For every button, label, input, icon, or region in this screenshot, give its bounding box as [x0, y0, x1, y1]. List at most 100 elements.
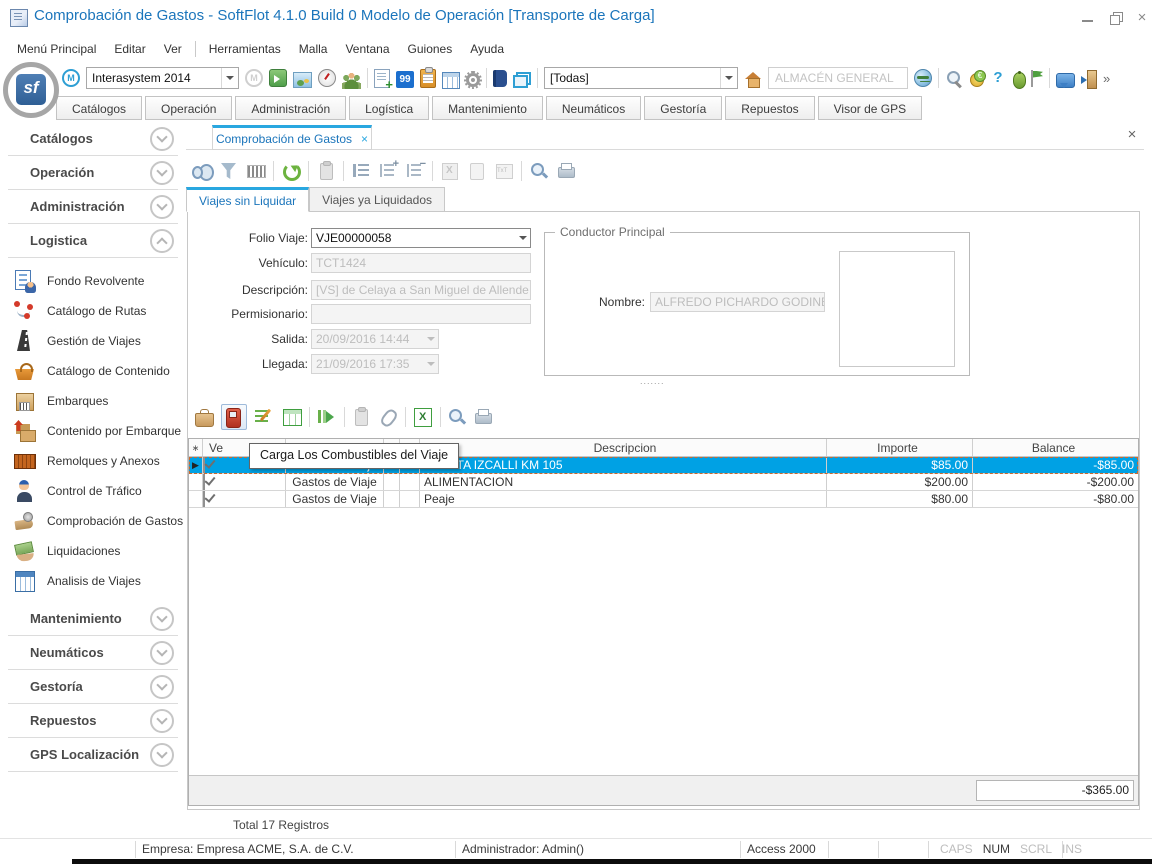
data-grid-icon[interactable] — [442, 72, 460, 89]
people-icon[interactable] — [342, 72, 361, 89]
row-checkbox[interactable] — [203, 474, 205, 490]
cell-importe[interactable]: $80.00 — [827, 491, 973, 507]
grid-header-balance[interactable]: Balance — [973, 439, 1138, 456]
table-icon[interactable] — [281, 406, 303, 428]
binoculars-icon[interactable] — [192, 161, 212, 181]
category-tab[interactable]: Neumáticos — [546, 96, 641, 120]
sidebar-item[interactable]: Liquidaciones — [0, 536, 186, 566]
category-tab[interactable]: Operación — [145, 96, 232, 120]
subtab[interactable]: Viajes ya Liquidados — [309, 187, 445, 212]
splitter-dots[interactable]: ....... — [640, 376, 665, 386]
row-checkbox[interactable] — [203, 491, 205, 507]
cell-importe[interactable]: $85.00 — [827, 457, 973, 473]
category-tab[interactable]: Mantenimiento — [432, 96, 543, 120]
grid-row[interactable]: ▶ Gastos de Viaje Peaje $80.00 -$80.00 — [189, 491, 1138, 508]
chevron-down-icon[interactable] — [720, 68, 737, 88]
chevron-circle-icon[interactable] — [150, 229, 174, 253]
menu-item[interactable]: Editar — [105, 39, 154, 59]
cell-tipo[interactable]: Gastos de Viaje — [286, 491, 384, 507]
close-button[interactable]: × — [1132, 8, 1152, 28]
warehouse-field[interactable]: ALMACÉN GENERAL — [768, 67, 908, 89]
chevron-circle-icon[interactable] — [150, 161, 174, 185]
menu-item[interactable]: Herramientas — [200, 39, 290, 59]
grid-header-indicator[interactable]: ∗ — [189, 439, 203, 456]
sidebar-item[interactable]: Remolques y Anexos — [0, 446, 186, 476]
cell-tipo[interactable]: Gastos de Viaje — [286, 474, 384, 490]
category-tab[interactable]: Visor de GPS — [818, 96, 922, 120]
chevron-circle-icon[interactable] — [150, 675, 174, 699]
sidebar-section[interactable]: Mantenimiento — [8, 602, 178, 636]
document-tab-close-icon[interactable]: × — [361, 132, 368, 146]
flag-icon[interactable] — [1029, 70, 1043, 87]
category-tab[interactable]: Repuestos — [725, 96, 814, 120]
bug-icon[interactable] — [1013, 72, 1026, 89]
m-badge-icon[interactable]: M — [62, 69, 80, 87]
sidebar-section[interactable]: Administración — [8, 190, 178, 224]
minimize-button[interactable] — [1078, 8, 1098, 28]
coins-icon[interactable] — [969, 70, 986, 87]
chevron-circle-icon[interactable] — [150, 709, 174, 733]
export-row-icon[interactable] — [316, 406, 338, 428]
checklist-icon[interactable] — [420, 69, 436, 88]
print-preview-icon[interactable] — [447, 407, 467, 427]
sidebar-item[interactable]: Control de Tráfico — [0, 476, 186, 506]
cell-descripcion[interactable]: CASETA IZCALLI KM 105 — [420, 457, 827, 473]
cell-descripcion[interactable]: ALIMENTACION — [420, 474, 827, 490]
category-tab[interactable]: Catálogos — [56, 96, 142, 120]
fuel-pump-button[interactable] — [221, 404, 247, 430]
paperclip-icon[interactable] — [377, 406, 399, 428]
photo-icon[interactable] — [293, 72, 312, 88]
notebook-icon[interactable] — [493, 70, 507, 87]
print-icon[interactable] — [556, 161, 576, 181]
gauge-icon[interactable] — [318, 69, 336, 87]
sidebar-section[interactable]: GPS Localización — [8, 738, 178, 772]
help-icon[interactable]: ? — [992, 69, 1004, 88]
edit-list-icon[interactable] — [253, 406, 275, 428]
import-icon[interactable] — [269, 69, 287, 87]
tree-add-icon[interactable]: + — [378, 161, 398, 181]
sidebar-item[interactable]: Analisis de Viajes — [0, 566, 186, 596]
overflow-icon[interactable]: » — [1103, 69, 1122, 88]
cell-importe[interactable]: $200.00 — [827, 474, 973, 490]
counter-99-icon[interactable]: 99 — [396, 71, 414, 88]
settings-gear-icon[interactable] — [466, 73, 480, 87]
wrench-search-icon[interactable] — [945, 69, 963, 87]
sidebar-item[interactable]: Embarques — [0, 386, 186, 416]
menu-item[interactable]: Menú Principal — [8, 39, 105, 59]
tree-view-icon[interactable] — [351, 161, 371, 181]
menu-item[interactable]: Ver — [155, 39, 191, 59]
row-checkbox[interactable] — [203, 457, 205, 473]
category-tab[interactable]: Gestoría — [644, 96, 722, 120]
chat-icon[interactable] — [1056, 73, 1075, 88]
sidebar-section[interactable]: Gestoría — [8, 670, 178, 704]
print-icon[interactable] — [473, 407, 493, 427]
chevron-circle-icon[interactable] — [150, 607, 174, 631]
chevron-circle-icon[interactable] — [150, 743, 174, 767]
new-document-icon[interactable] — [374, 69, 390, 88]
grid-header-importe[interactable]: Importe — [827, 439, 973, 456]
menu-item[interactable]: Ayuda — [461, 39, 513, 59]
print-preview-icon[interactable] — [529, 161, 549, 181]
sidebar-item[interactable]: Fondo Revolvente — [0, 266, 186, 296]
sidebar-item[interactable]: Gestión de Viajes — [0, 326, 186, 356]
menu-item[interactable]: Guiones — [399, 39, 462, 59]
category-tab[interactable]: Logística — [349, 96, 429, 120]
sidebar-section[interactable]: Neumáticos — [8, 636, 178, 670]
chevron-down-icon[interactable] — [221, 68, 238, 88]
sidebar-section[interactable]: Repuestos — [8, 704, 178, 738]
sidebar-item[interactable]: Catálogo de Contenido — [0, 356, 186, 386]
sidebar-item[interactable]: Contenido por Embarque — [0, 416, 186, 446]
sidebar-item[interactable]: Comprobación de Gastos — [0, 506, 186, 536]
restore-button[interactable] — [1106, 8, 1126, 28]
chevron-circle-icon[interactable] — [150, 641, 174, 665]
tree-remove-icon[interactable]: − — [405, 161, 425, 181]
chevron-circle-icon[interactable] — [150, 195, 174, 219]
grid-header-descripcion[interactable]: Descripcion — [420, 439, 827, 456]
globe-icon[interactable] — [914, 69, 932, 87]
menu-item[interactable]: Malla — [290, 39, 337, 59]
sidebar-section[interactable]: Logistica — [8, 224, 178, 258]
folio-combo[interactable]: VJE00000058 — [311, 228, 531, 248]
exit-icon[interactable] — [1081, 70, 1097, 87]
cascade-windows-icon[interactable] — [513, 72, 531, 88]
category-tab[interactable]: Administración — [235, 96, 346, 120]
